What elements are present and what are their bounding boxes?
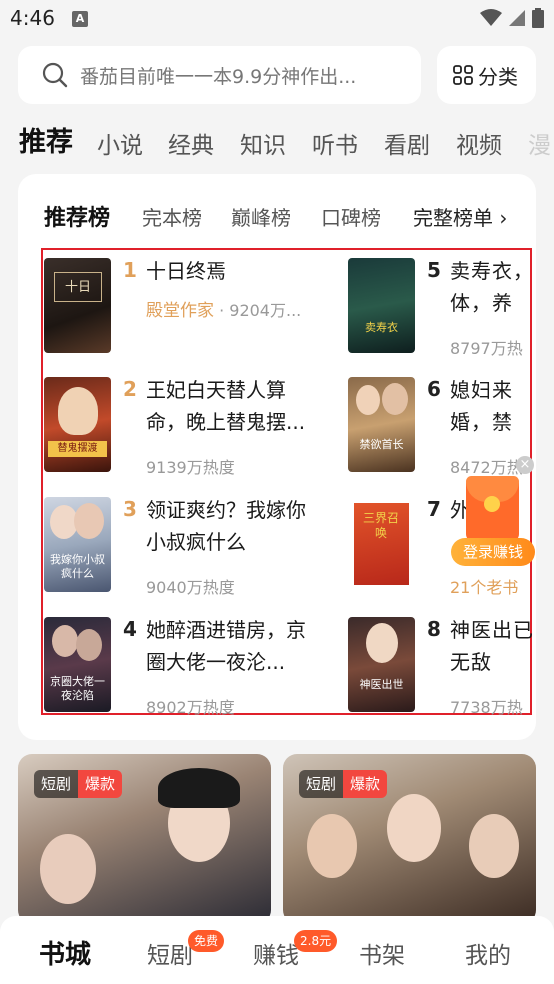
drama-type-tag: 短剧 [34,770,79,798]
drama-card[interactable]: 短剧 爆款 [283,754,536,924]
book-item[interactable]: 神医出世 8 神医出已无敌 7738万热 [348,617,536,727]
book-item[interactable]: 禁欲首长 6 媳妇来婚，禁 8472万热 [348,377,536,487]
tab-audiobook[interactable]: 听书 [312,126,358,160]
category-grid-icon [453,65,473,85]
status-bar: 4:46 A [0,0,554,38]
book-title: 王妃白天替人算命，晚上替鬼摆... [146,378,306,434]
tab-video[interactable]: 视频 [456,126,502,160]
book-rank: 5 [427,258,441,282]
tab-comic[interactable]: 漫 [528,126,551,160]
free-badge: 免费 [188,930,225,952]
book-heat: 9139万热度 [146,458,235,477]
book-meta: 殿堂作家 · 9204万... [146,296,324,321]
book-rank: 4 [123,617,137,641]
hot-tag: 爆款 [343,770,388,798]
red-envelope-icon[interactable] [466,476,519,542]
drama-poster-figure [387,794,441,862]
book-cover: 神医出世 [348,617,415,712]
tab-drama[interactable]: 看剧 [384,126,430,160]
book-title: 她醉酒进错房，京圈大佬一夜沦... [146,618,306,674]
book-rank: 3 [123,497,137,521]
drama-tags: 短剧 爆款 [34,770,123,798]
tab-classic[interactable]: 经典 [168,126,214,160]
book-item[interactable]: 我嫁你小叔疯什么 3 领证爽约？我嫁你小叔疯什么 9040万热度 [44,497,334,607]
full-ranking-link[interactable]: 完整榜单 › [413,202,507,231]
category-label: 分类 [478,65,518,89]
nav-earn[interactable]: 赚钱 [253,936,299,970]
book-cover: 十日 [44,258,111,353]
ranking-card: 推荐榜 完本榜 巅峰榜 口碑榜 完整榜单 › 十日 1 十日终焉 殿堂作家 · … [18,174,536,740]
book-author: 殿堂作家 [146,301,214,321]
drama-poster-figure [469,814,519,878]
book-item[interactable]: 替鬼摆渡 2 王妃白天替人算命，晚上替鬼摆... 9139万热度 [44,377,334,487]
earn-amount-badge: 2.8元 [294,930,338,952]
book-heat: 8902万热度 [146,698,235,717]
search-icon [42,62,68,88]
signal-icon [509,10,525,26]
book-rank: 6 [427,377,441,401]
ranking-tab-reputation[interactable]: 口碑榜 [321,202,381,231]
book-cover: 卖寿衣 [348,258,415,353]
book-cover: 三界召唤 [348,497,415,592]
wifi-icon [480,9,502,26]
book-heat: 7738万热 [450,698,523,717]
login-earn-button[interactable]: 登录赚钱 [451,538,535,566]
drama-card[interactable]: 短剧 爆款 [18,754,271,924]
bottom-nav: 书城 短剧 免费 赚钱 2.8元 书架 我的 [0,916,554,984]
book-title: 媳妇来婚，禁 [450,378,513,434]
drama-poster-hair [158,768,240,808]
category-button[interactable]: 分类 [437,46,536,104]
book-heat: 21个老书 [450,578,519,597]
drama-poster-figure [40,834,96,904]
book-title: 十日终焉 [146,259,226,283]
tab-novel[interactable]: 小说 [97,126,143,160]
close-icon[interactable]: × [516,456,534,474]
book-heat: 8797万热 [450,339,523,358]
book-title: 领证爽约？我嫁你小叔疯什么 [146,498,306,554]
nav-drama[interactable]: 短剧 [147,936,193,970]
book-item[interactable]: 卖寿衣 5 卖寿衣，体，养 8797万热 [348,258,536,368]
search-bar[interactable]: 番茄目前唯一一本9.9分神作出... [18,46,421,104]
accessibility-notification-icon: A [72,11,88,27]
book-cover: 我嫁你小叔疯什么 [44,497,111,592]
tab-recommend[interactable]: 推荐 [19,120,73,159]
book-cover: 禁欲首长 [348,377,415,472]
book-heat: 9040万热度 [146,578,235,597]
battery-icon [532,8,544,28]
nav-profile[interactable]: 我的 [465,936,511,970]
hot-tag: 爆款 [78,770,123,798]
book-cover: 京圈大佬一夜沦陷 [44,617,111,712]
tab-knowledge[interactable]: 知识 [240,126,286,160]
book-rank: 1 [123,258,137,282]
envelope-seal [484,496,500,512]
status-time: 4:46 [10,6,55,30]
book-item[interactable]: 京圈大佬一夜沦陷 4 她醉酒进错房，京圈大佬一夜沦... 8902万热度 [44,617,334,727]
ranking-tab-recommend[interactable]: 推荐榜 [44,200,110,232]
nav-bookshelf[interactable]: 书架 [359,936,405,970]
book-rank: 8 [427,617,441,641]
book-item[interactable]: 十日 1 十日终焉 殿堂作家 · 9204万... [44,258,334,368]
channel-tabs: 推荐 小说 经典 知识 听书 看剧 视频 漫 [0,116,554,164]
drama-type-tag: 短剧 [299,770,344,798]
ranking-tab-peak[interactable]: 巅峰榜 [231,202,291,231]
drama-poster-figure [307,814,357,878]
book-rank: 2 [123,377,137,401]
drama-tags: 短剧 爆款 [299,770,388,798]
ranking-tab-completed[interactable]: 完本榜 [142,202,202,231]
book-cover: 替鬼摆渡 [44,377,111,472]
system-icons [480,8,544,28]
book-title: 神医出已无敌 [450,618,534,674]
search-placeholder: 番茄目前唯一一本9.9分神作出... [80,66,357,88]
book-rank: 7 [427,497,441,521]
book-title: 卖寿衣，体，养 [450,259,534,315]
book-heat: · 9204万... [214,301,302,320]
nav-bookstore[interactable]: 书城 [39,934,91,971]
